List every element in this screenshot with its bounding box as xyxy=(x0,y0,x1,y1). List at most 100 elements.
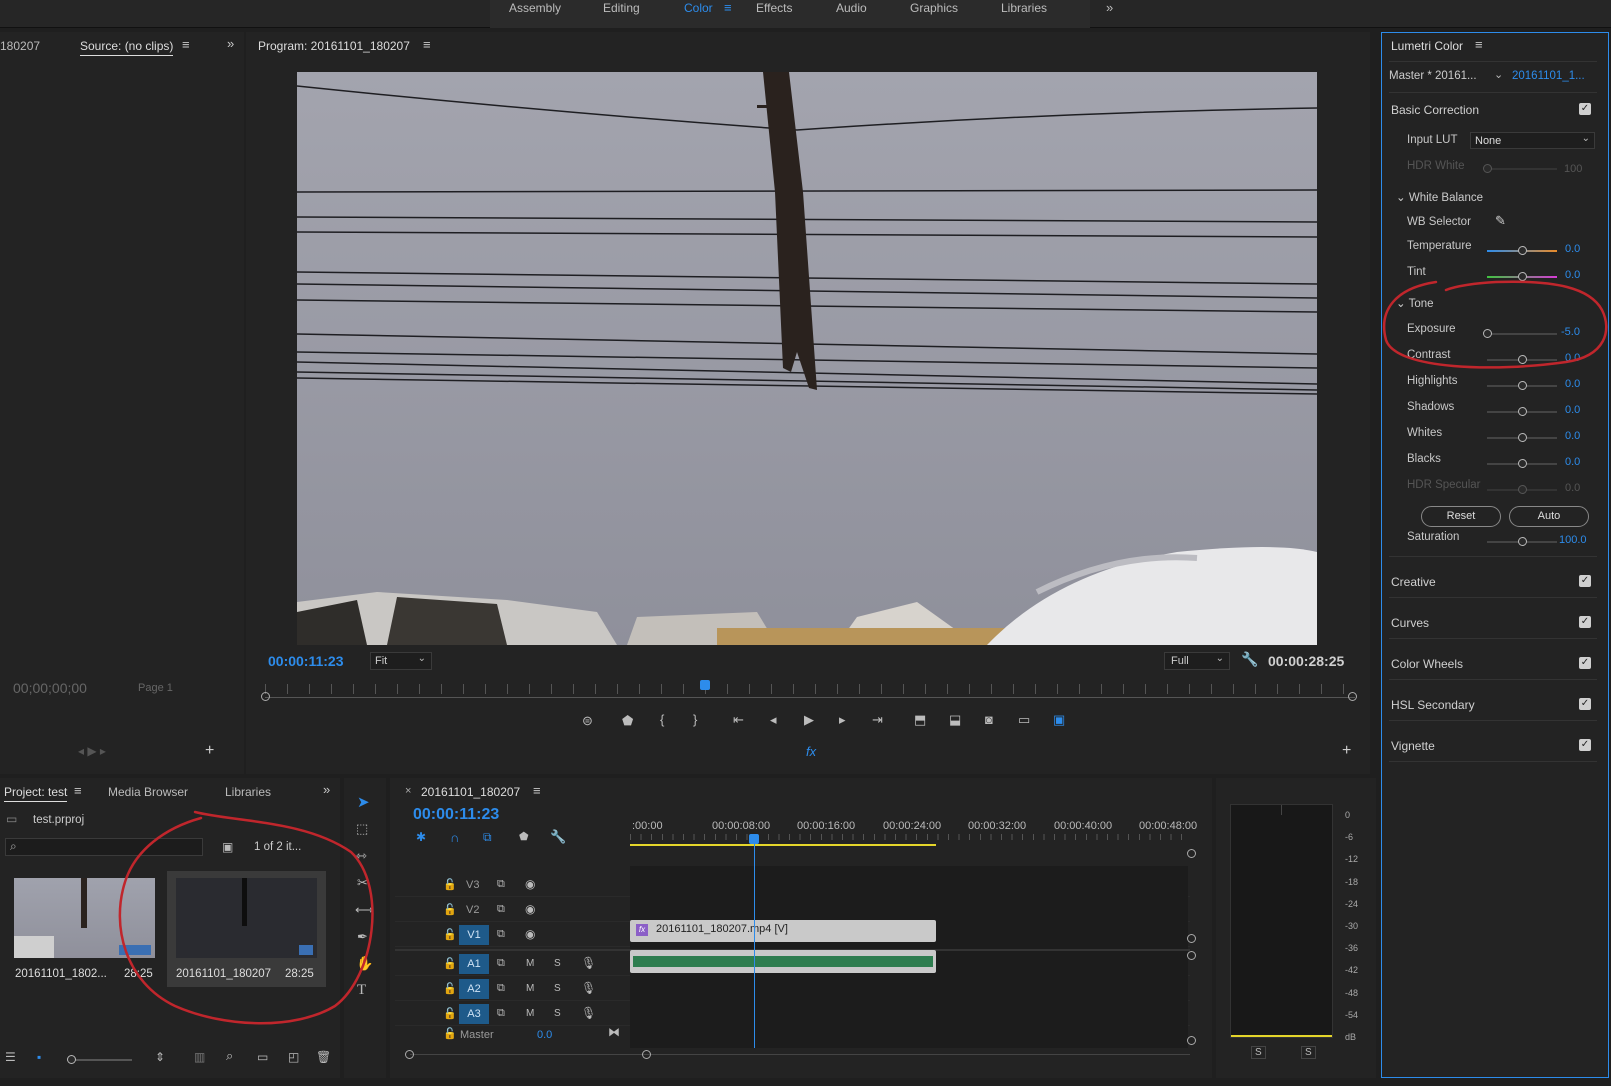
mute-button[interactable]: M xyxy=(526,983,534,994)
quality-dropdown[interactable]: Full ⌄ xyxy=(1164,652,1230,670)
comparison-toggle-icon[interactable]: ▣ xyxy=(1053,712,1065,728)
basic-correction-header[interactable]: Basic Correction xyxy=(1391,103,1591,117)
audio-clip[interactable] xyxy=(630,950,936,973)
color-menu-icon[interactable]: ≡ xyxy=(724,0,732,15)
track-label[interactable]: V2 xyxy=(466,904,479,916)
timeline-settings-icon[interactable]: 🔧 xyxy=(550,829,566,845)
timeline-playhead-handle[interactable] xyxy=(749,834,759,844)
param-value[interactable]: 0.0 xyxy=(1565,430,1580,442)
list-view-icon[interactable]: ☰ xyxy=(5,1050,16,1064)
eyedropper-icon[interactable]: ✎ xyxy=(1495,213,1506,229)
param-value[interactable]: 100.0 xyxy=(1559,534,1587,546)
param-slider[interactable] xyxy=(1487,459,1557,468)
source-prev-tab[interactable]: 180207 xyxy=(0,39,40,53)
param-slider[interactable] xyxy=(1487,381,1557,390)
tab-audio[interactable]: Audio xyxy=(836,1,867,15)
lock-icon[interactable]: 🔓 xyxy=(443,928,457,941)
lumetri-section-header[interactable]: HSL Secondary xyxy=(1391,698,1591,712)
playhead-marker[interactable] xyxy=(700,680,710,690)
lumetri-section-checkbox[interactable]: ✓ xyxy=(1579,698,1591,710)
mute-button[interactable]: M xyxy=(526,1008,534,1019)
slider-knob[interactable] xyxy=(1518,246,1527,255)
track-target-v1[interactable]: V1 xyxy=(459,925,489,945)
mark-in-icon[interactable]: { xyxy=(660,712,664,727)
reset-button[interactable]: Reset xyxy=(1421,506,1501,527)
eye-icon[interactable]: ◉ xyxy=(525,927,535,941)
close-icon[interactable]: × xyxy=(405,785,411,797)
timeline-menu-icon[interactable]: ≡ xyxy=(533,783,541,798)
solo-left-button[interactable]: S xyxy=(1251,1046,1266,1059)
slider-knob[interactable] xyxy=(1518,407,1527,416)
extract-icon[interactable]: ⬓ xyxy=(949,712,961,728)
trash-icon[interactable]: 🗑 xyxy=(316,1050,331,1064)
lumetri-section-header[interactable]: Curves xyxy=(1391,616,1591,630)
lumetri-section-header[interactable]: Creative xyxy=(1391,575,1591,589)
lock-icon[interactable]: 🔓 xyxy=(443,878,457,891)
tab-graphics[interactable]: Graphics xyxy=(910,1,958,15)
wrench-icon[interactable]: 🔧 xyxy=(1241,651,1258,668)
work-area-bar[interactable] xyxy=(630,844,936,846)
icon-view-icon[interactable]: ▪ xyxy=(37,1050,41,1064)
basic-correction-checkbox[interactable]: ✓ xyxy=(1579,103,1591,115)
v-scroll-handle[interactable] xyxy=(1187,934,1196,943)
param-slider[interactable] xyxy=(1487,433,1557,442)
program-scrubber[interactable] xyxy=(265,697,1355,698)
param-slider[interactable] xyxy=(1487,246,1557,255)
scrubber-end-handle[interactable] xyxy=(1348,692,1357,701)
source-menu-icon[interactable]: ≡ xyxy=(182,37,190,52)
timeline-sequence-tab[interactable]: 20161101_180207 xyxy=(421,785,520,799)
tab-color[interactable]: Color xyxy=(684,1,713,15)
lumetri-master-dropdown[interactable]: Master * 20161... xyxy=(1389,70,1477,82)
tab-project[interactable]: Project: test xyxy=(4,785,68,802)
lumetri-section-checkbox[interactable]: ✓ xyxy=(1579,739,1591,751)
lift-icon[interactable]: ⬒ xyxy=(914,712,926,728)
solo-right-button[interactable]: S xyxy=(1301,1046,1316,1059)
microphone-icon[interactable]: 🎙 xyxy=(581,956,596,970)
param-value[interactable]: 0.0 xyxy=(1565,243,1580,255)
program-menu-icon[interactable]: ≡ xyxy=(423,37,431,52)
param-slider[interactable] xyxy=(1487,407,1557,416)
new-item-icon[interactable]: ◰ xyxy=(288,1050,299,1064)
fit-dropdown[interactable]: Fit ⌄ xyxy=(370,652,432,670)
program-add-button-icon[interactable]: + xyxy=(1342,742,1351,760)
track-target-audio[interactable]: A2 xyxy=(459,979,489,999)
lumetri-section-checkbox[interactable]: ✓ xyxy=(1579,575,1591,587)
sync-lock-icon[interactable]: ⧉ xyxy=(497,982,505,995)
project-menu-icon[interactable]: ≡ xyxy=(74,783,82,798)
v-scroll-handle[interactable] xyxy=(1187,1036,1196,1045)
h-scrollbar[interactable] xyxy=(410,1054,1190,1055)
lumetri-section-header[interactable]: Color Wheels xyxy=(1391,657,1591,671)
linked-selection-icon[interactable]: ⧉ xyxy=(483,830,492,845)
h-scroll-handle[interactable] xyxy=(642,1050,651,1059)
project-expand-icon[interactable]: » xyxy=(323,782,330,797)
lock-icon[interactable]: 🔓 xyxy=(443,903,457,916)
lumetri-section-checkbox[interactable]: ✓ xyxy=(1579,616,1591,628)
slider-knob[interactable] xyxy=(1518,537,1527,546)
video-clip[interactable]: fx 20161101_180207.mp4 [V] xyxy=(630,920,936,942)
solo-button[interactable]: S xyxy=(554,958,561,969)
automate-icon[interactable]: ▥ xyxy=(194,1050,205,1064)
tab-media-browser[interactable]: Media Browser xyxy=(108,785,188,799)
nest-toggle-icon[interactable]: ✱ xyxy=(416,830,426,844)
sort-icon[interactable]: ⇕ xyxy=(155,1050,165,1064)
source-add-button-icon[interactable]: + xyxy=(205,742,214,760)
white-balance-header[interactable]: ⌄ White Balance xyxy=(1396,190,1483,204)
tab-project-libraries[interactable]: Libraries xyxy=(225,785,271,799)
input-lut-dropdown[interactable]: None ⌄ xyxy=(1470,132,1595,149)
v-scroll-handle[interactable] xyxy=(1187,849,1196,858)
microphone-icon[interactable]: 🎙 xyxy=(581,1006,596,1020)
mark-out-icon[interactable]: } xyxy=(693,712,697,727)
more-workspaces-icon[interactable]: » xyxy=(1106,0,1113,15)
step-forward-icon[interactable]: ▸ xyxy=(839,712,846,728)
sync-lock-icon[interactable]: ⧉ xyxy=(497,928,505,941)
param-value[interactable]: 0.0 xyxy=(1565,456,1580,468)
lumetri-title[interactable]: Lumetri Color xyxy=(1391,39,1463,53)
lumetri-section-header[interactable]: Vignette xyxy=(1391,739,1591,753)
track-target-audio[interactable]: A1 xyxy=(459,954,489,974)
solo-button[interactable]: S xyxy=(554,1008,561,1019)
go-to-in-icon[interactable]: ⇤ xyxy=(733,712,744,728)
program-timecode[interactable]: 00:00:11:23 xyxy=(268,653,344,669)
sync-lock-icon[interactable]: ⧉ xyxy=(497,903,505,916)
microphone-icon[interactable]: 🎙 xyxy=(581,981,596,995)
eye-icon[interactable]: ◉ xyxy=(525,902,535,916)
